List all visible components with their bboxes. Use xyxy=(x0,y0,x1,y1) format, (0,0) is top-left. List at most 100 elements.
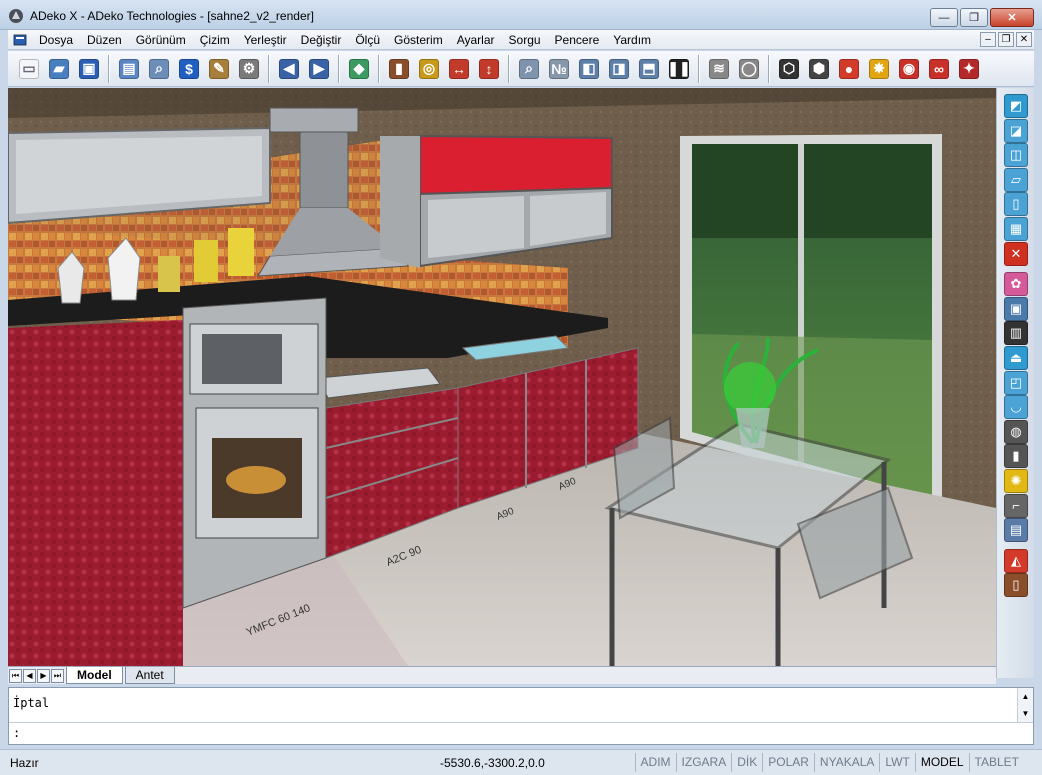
tab-model[interactable]: Model xyxy=(66,667,123,684)
close-button[interactable]: ✕ xyxy=(990,8,1034,27)
new-file-button[interactable]: ▭ xyxy=(16,56,42,82)
view-side-button[interactable]: ◨ xyxy=(606,56,632,82)
doc-restore-button[interactable]: ❐ xyxy=(998,32,1014,47)
menu-item-düzen[interactable]: Düzen xyxy=(80,30,129,50)
window-controls: — ❐ ✕ xyxy=(930,8,1034,27)
doc-close-button[interactable]: ✕ xyxy=(1016,32,1032,47)
menu-item-değiştir[interactable]: Değiştir xyxy=(294,30,349,50)
delete-cabinet-icon[interactable]: ✕ xyxy=(1004,241,1028,266)
command-scrollbar[interactable]: ▲ ▼ xyxy=(1017,688,1033,722)
lamp-icon[interactable]: ✺ xyxy=(1004,469,1028,493)
redo-button[interactable]: ▶ xyxy=(306,56,332,82)
price-button[interactable]: $ xyxy=(176,56,202,82)
menu-item-çizim[interactable]: Çizim xyxy=(193,30,237,50)
save-button[interactable]: ▣ xyxy=(76,56,102,82)
measure-tape-icon: ◎ xyxy=(419,58,439,79)
document-window-controls: – ❐ ✕ xyxy=(980,32,1032,47)
hidden-line-button[interactable]: ⬢ xyxy=(806,56,832,82)
walk-button[interactable]: ❚❚ xyxy=(666,56,692,82)
open-folder-button[interactable]: ▰ xyxy=(46,56,72,82)
document-icon[interactable] xyxy=(12,32,28,48)
command-prompt[interactable]: : xyxy=(13,726,20,740)
stereo-glasses-button[interactable]: ∞ xyxy=(926,56,952,82)
status-toggle-adim[interactable]: ADIM xyxy=(634,753,676,772)
bin-icon[interactable]: ▮ xyxy=(1004,444,1028,469)
print-button[interactable]: ▤ xyxy=(116,56,142,82)
status-toggle-nyakala[interactable]: NYAKALA xyxy=(813,753,879,772)
cabinet-base-icon[interactable]: ◩ xyxy=(1004,94,1028,118)
light-button[interactable]: ✸ xyxy=(866,56,892,82)
cabinet-wall-icon[interactable]: ◪ xyxy=(1004,118,1028,143)
panel-icon[interactable]: ▯ xyxy=(1004,192,1028,217)
menu-item-görünüm[interactable]: Görünüm xyxy=(129,30,193,50)
status-toggle-polar[interactable]: POLAR xyxy=(762,753,814,772)
oven-icon[interactable]: ▣ xyxy=(1004,296,1028,321)
next-tab-button[interactable]: ▶ xyxy=(37,668,50,683)
toolbar-separator xyxy=(268,54,270,83)
command-window[interactable]: İptal : ▲ ▼ xyxy=(8,687,1034,745)
menu-item-pencere[interactable]: Pencere xyxy=(548,30,607,50)
settings-icon: ⚙ xyxy=(239,58,259,79)
doc-minimize-button[interactable]: – xyxy=(980,32,996,47)
status-toggle-model[interactable]: MODEL xyxy=(914,753,969,772)
orbit-button[interactable]: ◯ xyxy=(736,56,762,82)
toolbar-separator xyxy=(768,54,770,83)
render-button[interactable]: ◉ xyxy=(896,56,922,82)
shaded-button[interactable]: ● xyxy=(836,56,862,82)
faucet-icon[interactable]: ⌐ xyxy=(1004,493,1028,518)
decor-icon[interactable]: ✿ xyxy=(1004,272,1028,297)
status-toggle-lwt[interactable]: LWT xyxy=(879,753,914,772)
view-front-button[interactable]: ◧ xyxy=(576,56,602,82)
worktop-icon[interactable]: ▱ xyxy=(1004,167,1028,192)
dimension-vertical-button[interactable]: ↕ xyxy=(476,56,502,82)
door-exit-button[interactable]: ▮ xyxy=(386,56,412,82)
measure-tape-button[interactable]: ◎ xyxy=(416,56,442,82)
appliance-icon[interactable]: ▦ xyxy=(1004,217,1028,241)
material-palette-icon[interactable]: ◭ xyxy=(1004,548,1028,573)
cabinet-tall-icon[interactable]: ◫ xyxy=(1004,143,1028,168)
minimize-button[interactable]: — xyxy=(930,8,958,27)
print-preview-button[interactable]: ⌕ xyxy=(146,56,172,82)
status-toggle-izgara[interactable]: IZGARA xyxy=(675,753,732,772)
sink-icon[interactable]: ◡ xyxy=(1004,395,1028,420)
numbering-button[interactable]: № xyxy=(546,56,572,82)
hood-icon[interactable]: ⏏ xyxy=(1004,346,1028,370)
hob-icon[interactable]: ◍ xyxy=(1004,419,1028,444)
door-icon[interactable]: ▯ xyxy=(1004,573,1028,598)
status-toggle-tablet[interactable]: TABLET xyxy=(968,753,1024,772)
prev-tab-button[interactable]: ◀ xyxy=(23,668,36,683)
menu-item-ölçü[interactable]: Ölçü xyxy=(348,30,387,50)
eraser-button[interactable]: ◆ xyxy=(346,56,372,82)
menu-item-sorgu[interactable]: Sorgu xyxy=(502,30,548,50)
menu-item-ayarlar[interactable]: Ayarlar xyxy=(450,30,502,50)
last-tab-button[interactable]: ⏭ xyxy=(51,668,64,683)
status-toggle-di̇k[interactable]: DİK xyxy=(731,753,762,772)
layers-button[interactable]: ≋ xyxy=(706,56,732,82)
zoom-button[interactable]: ⌕ xyxy=(516,56,542,82)
render-settings-button[interactable]: ✦ xyxy=(956,56,982,82)
tab-antet[interactable]: Antet xyxy=(124,667,175,684)
dimension-horizontal-button[interactable]: ↔ xyxy=(446,56,472,82)
first-tab-button[interactable]: ⏮ xyxy=(9,668,22,683)
main-toolbar: ▭ ▰ ▣ ▤ ⌕ $ ✎ ⚙ ◀ ▶ ◆ ▮ ◎ ↔ ↕ ⌕ № ◧ ◨ ⬒ ❚❚ ≋ ◯ ⬡ ⬢ ● ✸ ◉ ∞ ✦ xyxy=(8,51,1034,87)
kitchen-render[interactable]: YMFC 60 140 A2C 90 A90 A90 xyxy=(8,88,996,666)
command-history: İptal xyxy=(13,696,50,710)
render-viewport[interactable]: YMFC 60 140 A2C 90 A90 A90 xyxy=(8,88,996,666)
view-top-button[interactable]: ⬒ xyxy=(636,56,662,82)
adeko-logo-icon xyxy=(9,9,23,23)
corner-cabinet-icon[interactable]: ◰ xyxy=(1004,370,1028,395)
zoom-icon: ⌕ xyxy=(519,58,539,79)
menu-item-gösterim[interactable]: Gösterim xyxy=(387,30,450,50)
report-button[interactable]: ✎ xyxy=(206,56,232,82)
wireframe-button[interactable]: ⬡ xyxy=(776,56,802,82)
scroll-down-icon[interactable]: ▼ xyxy=(1018,705,1033,722)
menu-item-dosya[interactable]: Dosya xyxy=(32,30,80,50)
scroll-up-icon[interactable]: ▲ xyxy=(1018,688,1033,705)
menu-item-yardım[interactable]: Yardım xyxy=(606,30,658,50)
fridge-icon[interactable]: ▥ xyxy=(1004,321,1028,346)
tile-icon[interactable]: ▤ xyxy=(1004,518,1028,543)
restore-button[interactable]: ❐ xyxy=(960,8,988,27)
menu-item-yerleştir[interactable]: Yerleştir xyxy=(237,30,294,50)
settings-button[interactable]: ⚙ xyxy=(236,56,262,82)
undo-button[interactable]: ◀ xyxy=(276,56,302,82)
